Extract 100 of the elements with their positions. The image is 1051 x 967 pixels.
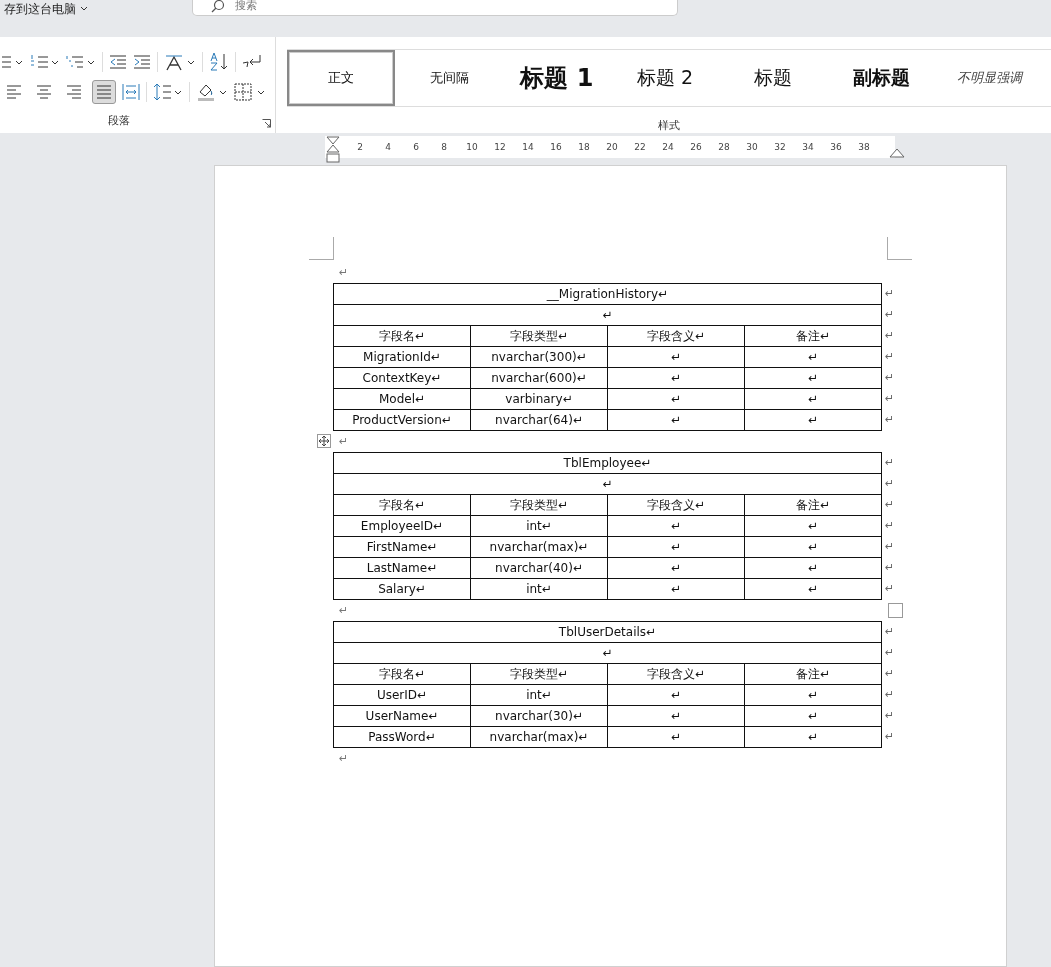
paragraph-mark: ↵ — [339, 266, 349, 279]
paragraph-mark: ↵ — [339, 752, 349, 765]
table-cell: ↵ — [333, 304, 882, 326]
group-label: 段落 — [108, 112, 130, 128]
table-cell: ↵ — [744, 557, 882, 579]
ruler-number: 12 — [493, 141, 507, 152]
right-indent-icon[interactable] — [889, 147, 905, 158]
search-bar[interactable]: 搜索 — [192, 0, 678, 16]
style-option[interactable]: 正文 — [287, 49, 395, 106]
table-cell: 字段含义↵ — [607, 663, 745, 685]
table-cell: UserID↵ — [333, 684, 471, 706]
row-end-mark: ↵ — [885, 518, 895, 534]
ruler-number: 8 — [440, 141, 448, 152]
ruler-number: 4 — [384, 141, 392, 152]
row-end-mark: ↵ — [885, 476, 895, 492]
table-cell: 字段名↵ — [333, 663, 471, 685]
table-cell: ↵ — [607, 388, 745, 410]
row-end-mark: ↵ — [885, 666, 895, 682]
row-end-mark: ↵ — [885, 539, 895, 555]
search-field[interactable]: 搜索 — [233, 0, 437, 13]
table-cell: nvarchar(40)↵ — [470, 557, 608, 579]
row-end-mark: ↵ — [885, 729, 895, 745]
table-cell: 字段名↵ — [333, 494, 471, 516]
ruler-number: 16 — [549, 141, 563, 152]
line-spacing-icon[interactable] — [153, 82, 183, 101]
ruler-number: 30 — [745, 141, 759, 152]
distribute-icon[interactable] — [122, 82, 140, 101]
table-cell: ↵ — [607, 536, 745, 558]
paragraph-mark: ↵ — [339, 604, 349, 617]
move-handle-icon[interactable] — [317, 434, 331, 448]
ruler-number: 10 — [465, 141, 479, 152]
table-cell: ↵ — [744, 409, 882, 431]
table-cell: TblUserDetails↵ — [333, 621, 882, 643]
table-cell: TblEmployee↵ — [333, 452, 882, 474]
row-end-mark: ↵ — [885, 349, 895, 365]
align-center-icon — [36, 84, 52, 99]
table-cell: MigrationId↵ — [333, 346, 471, 368]
ruler-number: 24 — [661, 141, 675, 152]
multilevel-list-icon[interactable] — [66, 53, 96, 70]
ruler-number: 34 — [801, 141, 815, 152]
save-location-label[interactable]: 存到这台电脑 — [4, 1, 76, 18]
dialog-launcher-icon[interactable] — [262, 118, 271, 128]
table-cell: __MigrationHistory↵ — [333, 283, 882, 305]
table-cell: nvarchar(max)↵ — [470, 536, 608, 558]
ruler-number: 6 — [412, 141, 420, 152]
group-label: 样式 — [658, 117, 680, 133]
text-direction-icon[interactable] — [164, 52, 196, 71]
table-cell: nvarchar(64)↵ — [470, 409, 608, 431]
table-cell: ↵ — [744, 726, 882, 748]
ruler-number: 26 — [689, 141, 703, 152]
table-cell: 备注↵ — [744, 663, 882, 685]
table-cell: Model↵ — [333, 388, 471, 410]
table-cell: ContextKey↵ — [333, 367, 471, 389]
table-cell: int↵ — [470, 684, 608, 706]
align-right-icon — [66, 84, 82, 99]
justify-button[interactable] — [92, 79, 116, 104]
ruler-number: 38 — [857, 141, 871, 152]
table-cell: int↵ — [470, 578, 608, 600]
table-cell: EmployeeID↵ — [333, 515, 471, 537]
table-cell: 字段类型↵ — [470, 663, 608, 685]
table-cell: ↵ — [607, 409, 745, 431]
table-cell: nvarchar(30)↵ — [470, 705, 608, 727]
paragraph-mark: ↵ — [339, 435, 349, 448]
table-cell: varbinary↵ — [470, 388, 608, 410]
table-cell: nvarchar(600)↵ — [470, 367, 608, 389]
table-cell: nvarchar(300)↵ — [470, 346, 608, 368]
ruler-number: 2 — [356, 141, 364, 152]
decrease-indent-icon[interactable] — [109, 53, 127, 70]
table-cell: ↵ — [607, 684, 745, 706]
table-cell: 备注↵ — [744, 325, 882, 347]
ruler-number: 20 — [605, 141, 619, 152]
align-left-icon — [6, 84, 22, 99]
table-cell: ↵ — [744, 367, 882, 389]
row-end-mark: ↵ — [885, 286, 895, 302]
sort-icon[interactable] — [209, 51, 229, 72]
table-cell: 备注↵ — [744, 494, 882, 516]
row-end-mark: ↵ — [885, 624, 895, 640]
indent-marker-icon[interactable] — [326, 135, 340, 163]
table-cell: ↵ — [744, 346, 882, 368]
row-end-mark: ↵ — [885, 412, 895, 428]
table-cell: ProductVersion↵ — [333, 409, 471, 431]
caret-icon — [80, 6, 88, 11]
table-cell: Salary↵ — [333, 578, 471, 600]
ruler-number: 18 — [577, 141, 591, 152]
increase-indent-icon[interactable] — [133, 53, 151, 70]
ruler-number: 22 — [633, 141, 647, 152]
table-cell: ↵ — [744, 515, 882, 537]
borders-icon[interactable] — [234, 82, 266, 101]
justify-icon — [96, 84, 112, 99]
table-cell: ↵ — [744, 578, 882, 600]
ruler-number: 32 — [773, 141, 787, 152]
crop-mark — [887, 237, 912, 260]
table-cell: nvarchar(max)↵ — [470, 726, 608, 748]
bullet-list-icon[interactable] — [2, 53, 24, 70]
table-cell: ↵ — [744, 536, 882, 558]
resize-handle[interactable] — [888, 603, 903, 618]
table-cell: ↵ — [744, 705, 882, 727]
table-cell: 字段名↵ — [333, 325, 471, 347]
numbered-list-icon[interactable] — [30, 53, 60, 70]
row-end-mark: ↵ — [885, 687, 895, 703]
